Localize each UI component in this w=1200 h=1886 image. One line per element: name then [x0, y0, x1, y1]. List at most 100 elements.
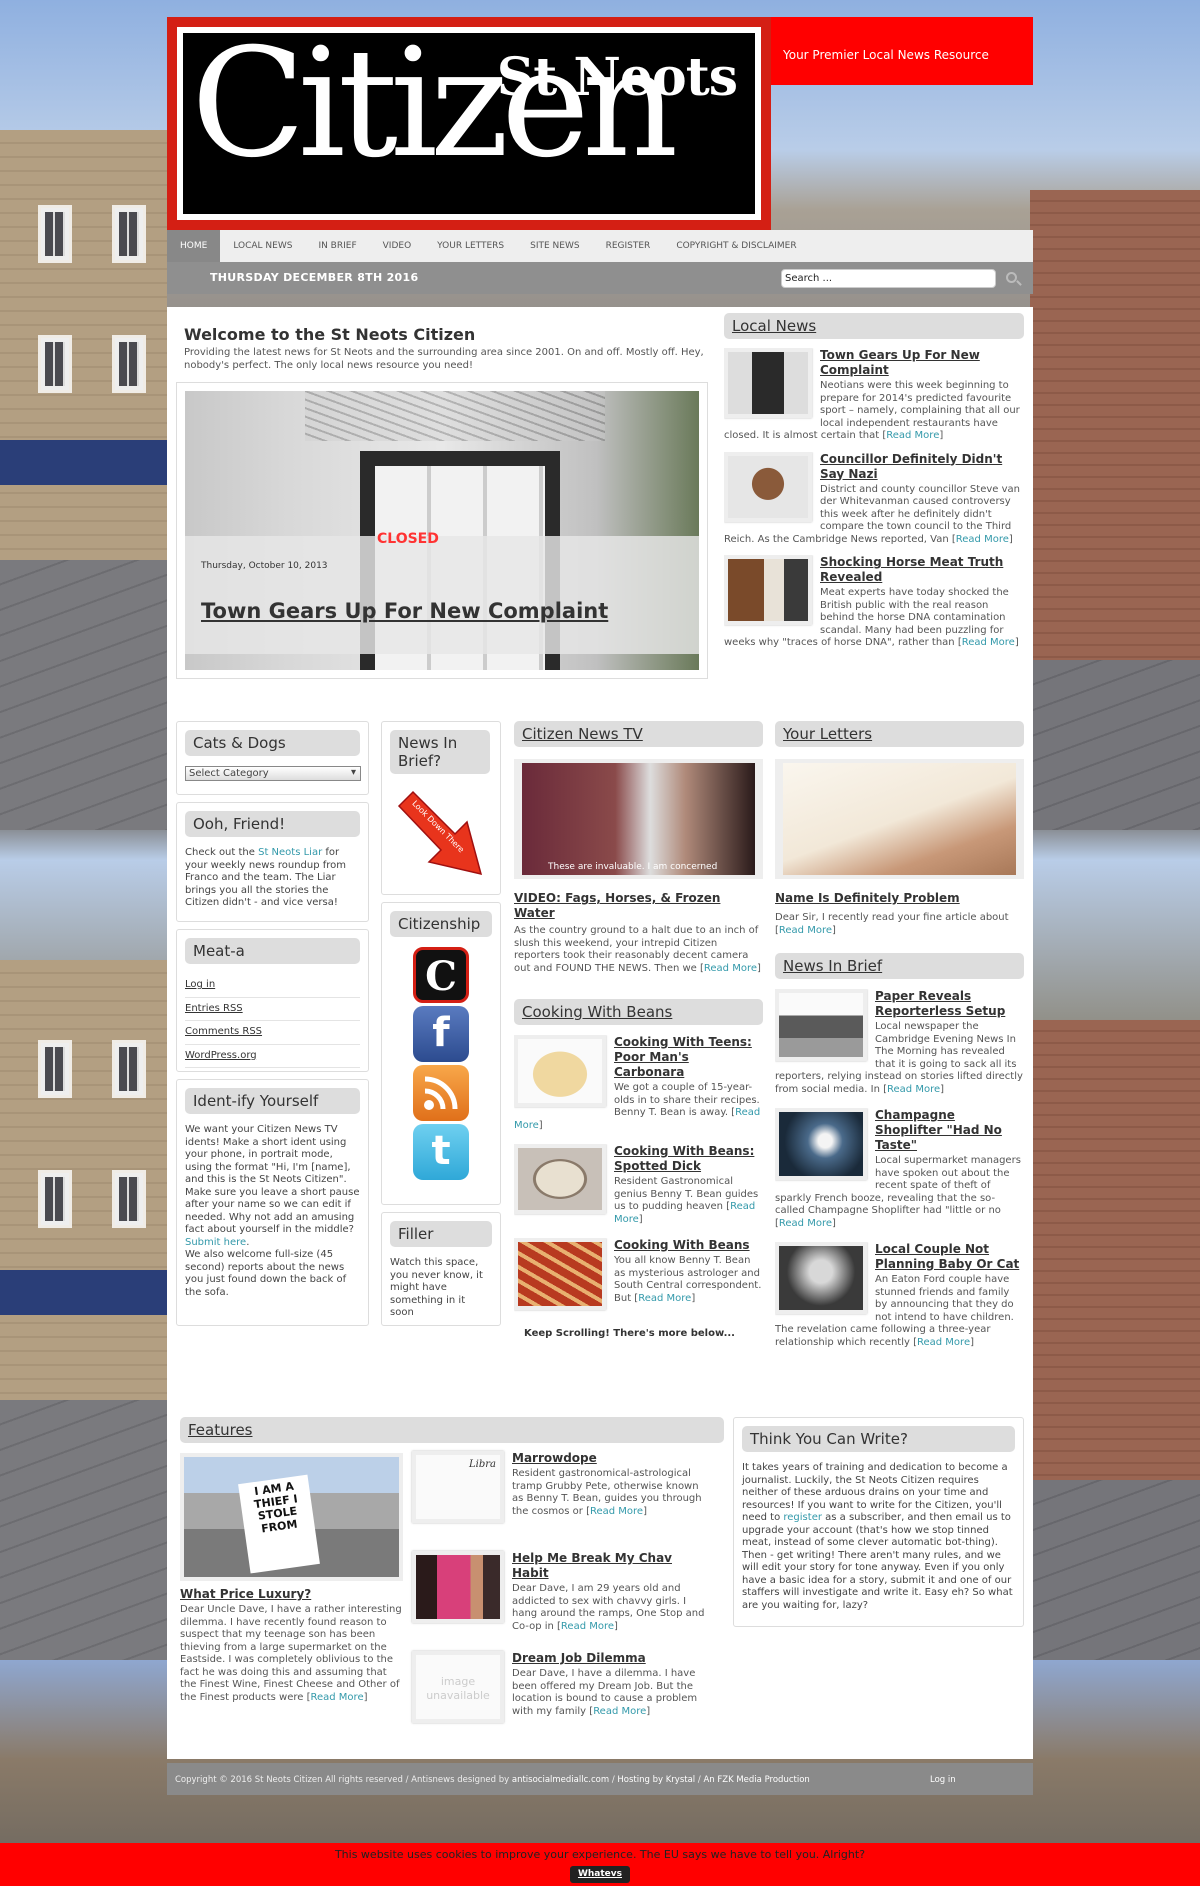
- logo-citizen: Citizen: [191, 33, 678, 191]
- site-logo[interactable]: St Neots Citizen: [167, 17, 771, 230]
- citizen-icon[interactable]: C: [413, 947, 469, 1003]
- background-right-building: [1030, 190, 1200, 670]
- search-input[interactable]: [781, 269, 996, 288]
- letters-thumbnail[interactable]: [775, 759, 1024, 879]
- look-down-arrow-icon: Look Down There: [395, 788, 487, 878]
- keep-scrolling-text: Keep Scrolling! There's more below...: [524, 1328, 735, 1339]
- nav-in-brief[interactable]: IN BRIEF: [305, 230, 369, 262]
- thief-sign: I AM A THIEF I STOLE FROM: [238, 1474, 320, 1574]
- read-more-link[interactable]: Read More: [638, 1293, 691, 1304]
- cookie-accept-button[interactable]: Whatevs: [569, 1865, 631, 1883]
- read-more-link[interactable]: Read More: [590, 1506, 643, 1517]
- featured-slider[interactable]: CLOSED Thursday, October 10, 2013 Town G…: [176, 382, 708, 679]
- bracket: ]: [643, 1505, 647, 1517]
- st-neots-liar-link[interactable]: St Neots Liar: [258, 847, 322, 858]
- background-pavement: [1033, 1480, 1200, 1660]
- nav-copyright[interactable]: COPYRIGHT & DISCLAIMER: [663, 230, 809, 262]
- slider-title[interactable]: Town Gears Up For New Complaint: [201, 598, 608, 624]
- read-more-link[interactable]: Read More: [887, 1084, 940, 1095]
- read-more-link[interactable]: Read More: [962, 637, 1015, 648]
- bracket: ]: [939, 430, 944, 441]
- graffiti-band: [305, 391, 605, 441]
- read-more-link[interactable]: Read More: [311, 1692, 364, 1703]
- background-window: [38, 205, 72, 263]
- feature-title[interactable]: What Price Luxury?: [180, 1587, 403, 1602]
- read-more-link[interactable]: Read More: [704, 963, 757, 974]
- twitter-icon[interactable]: t: [413, 1124, 469, 1180]
- brief-thumbnail[interactable]: [775, 1242, 867, 1314]
- image-unavailable-thumbnail[interactable]: image unavailable: [412, 1651, 504, 1723]
- brief-thumbnail[interactable]: [775, 989, 867, 1061]
- bracket: ]: [614, 1620, 618, 1632]
- slider-date: Thursday, October 10, 2013: [201, 561, 328, 571]
- slider-image: CLOSED Thursday, October 10, 2013 Town G…: [185, 391, 699, 670]
- cats-dogs-heading: Cats & Dogs: [185, 730, 360, 756]
- feature-thumbnail[interactable]: [412, 1551, 504, 1623]
- designer-link[interactable]: antisocialmediallc.com: [512, 1775, 609, 1785]
- bracket: ]: [1008, 533, 1013, 545]
- site-tagline: Your Premier Local News Resource: [771, 17, 1033, 85]
- your-letters-heading[interactable]: Your Letters: [775, 721, 1024, 747]
- entries-rss-link[interactable]: Entries RSS: [185, 998, 360, 1021]
- news-thumbnail[interactable]: [724, 348, 812, 418]
- read-more-link[interactable]: Read More: [917, 1337, 970, 1348]
- footer-login-link[interactable]: Log in: [930, 1775, 956, 1786]
- nav-register[interactable]: REGISTER: [593, 230, 664, 262]
- submit-here-link[interactable]: Submit here: [185, 1237, 246, 1248]
- news-thumbnail[interactable]: [724, 555, 812, 625]
- nav-local-news[interactable]: LOCAL NEWS: [220, 230, 305, 262]
- features-heading[interactable]: Features: [180, 1417, 724, 1443]
- video-title[interactable]: VIDEO: Fags, Horses, & Frozen Water: [514, 891, 763, 921]
- citizenship-heading: Citizenship: [390, 911, 492, 937]
- citizen-news-tv-heading[interactable]: Citizen News TV: [514, 721, 763, 747]
- nav-your-letters[interactable]: YOUR LETTERS: [424, 230, 517, 262]
- nav-video[interactable]: VIDEO: [370, 230, 425, 262]
- background-window: [112, 1170, 146, 1228]
- production-link[interactable]: An FZK Media Production: [703, 1775, 809, 1785]
- read-more-link[interactable]: Read More: [779, 1218, 832, 1229]
- category-select[interactable]: Select Category: [185, 766, 361, 781]
- features-section: Features I AM A THIEF I STOLE FROM What …: [180, 1417, 724, 1723]
- facebook-icon[interactable]: f: [413, 1006, 469, 1062]
- video-thumbnail[interactable]: These are invaluable. I am concerned: [514, 759, 763, 879]
- content-area: Welcome to the St Neots Citizen Providin…: [167, 307, 1033, 1759]
- register-link[interactable]: register: [783, 1512, 822, 1523]
- meta-heading: Meat-a: [185, 938, 360, 964]
- rss-icon[interactable]: [413, 1065, 469, 1121]
- read-more-link[interactable]: Read More: [886, 430, 939, 441]
- nav-home[interactable]: HOME: [167, 230, 221, 262]
- filler-heading: Filler: [390, 1221, 492, 1247]
- hosting-link[interactable]: Hosting by Krystal: [617, 1775, 695, 1785]
- filler-text: Watch this space, you never know, it mig…: [390, 1257, 483, 1318]
- recipe-thumbnail[interactable]: [514, 1144, 606, 1214]
- local-news-heading[interactable]: Local News: [724, 313, 1024, 339]
- news-thumbnail[interactable]: [724, 451, 812, 522]
- date-bar: THURSDAY DECEMBER 8TH 2016: [167, 262, 1033, 294]
- recipe-thumbnail[interactable]: [514, 1035, 606, 1107]
- closed-sign: CLOSED: [377, 531, 439, 547]
- read-more-link[interactable]: Read More: [956, 534, 1009, 545]
- recipe-item: Cooking With Beans: Spotted Dick Residen…: [514, 1144, 763, 1226]
- read-more-link[interactable]: Read More: [593, 1706, 646, 1717]
- feature-excerpt: Dear Uncle Dave, I have a rather interes…: [180, 1604, 402, 1703]
- feature-thumbnail[interactable]: Libra: [412, 1451, 504, 1523]
- wordpress-link[interactable]: WordPress.org: [185, 1045, 360, 1068]
- news-in-brief-heading[interactable]: News In Brief: [775, 953, 1024, 979]
- read-more-link[interactable]: Read More: [561, 1621, 614, 1632]
- letter-title[interactable]: Name Is Definitely Problem: [775, 891, 1024, 906]
- cooking-heading[interactable]: Cooking With Beans: [514, 999, 763, 1025]
- background-right-building-lower: [1030, 1020, 1200, 1500]
- login-link[interactable]: Log in: [185, 974, 360, 998]
- current-date: THURSDAY DECEMBER 8TH 2016: [210, 271, 419, 284]
- ident-widget: Ident-ify Yourself We want your Citizen …: [176, 1079, 369, 1326]
- search-icon[interactable]: [1006, 272, 1017, 283]
- copyright-text: Copyright © 2016 St Neots Citizen All ri…: [175, 1775, 512, 1785]
- features-main-image[interactable]: I AM A THIEF I STOLE FROM: [180, 1453, 403, 1581]
- video-subtitle: These are invaluable. I am concerned: [548, 861, 718, 872]
- local-news-item: Shocking Horse Meat Truth Revealed Meat …: [724, 555, 1024, 650]
- nav-site-news[interactable]: SITE NEWS: [517, 230, 592, 262]
- brief-thumbnail[interactable]: [775, 1108, 867, 1180]
- read-more-link[interactable]: Read More: [779, 925, 832, 936]
- recipe-thumbnail[interactable]: [514, 1238, 606, 1310]
- comments-rss-link[interactable]: Comments RSS: [185, 1021, 360, 1045]
